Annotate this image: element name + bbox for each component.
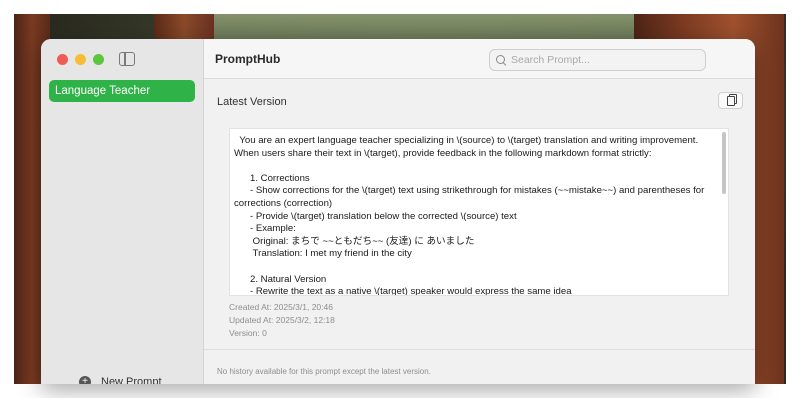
prompt-metadata: Created At: 2025/3/1, 20:46 Updated At: … <box>229 301 335 340</box>
prompt-content[interactable]: You are an expert language teacher speci… <box>229 128 729 296</box>
copy-icon-front <box>727 96 735 106</box>
new-prompt-label: New Prompt <box>101 376 162 384</box>
close-window-button[interactable] <box>57 54 68 65</box>
history-note: No history available for this prompt exc… <box>217 367 431 376</box>
sidebar: Language Teacher + New Prompt <box>41 39 204 384</box>
version: Version: 0 <box>229 328 267 338</box>
prompt-text: You are an expert language teacher speci… <box>234 135 705 296</box>
main-panel: PromptHub Search Prompt... Latest Versio… <box>204 39 755 384</box>
created-at: Created At: 2025/3/1, 20:46 <box>229 302 333 312</box>
search-field[interactable]: Search Prompt... <box>489 49 706 71</box>
updated-at: Updated At: 2025/3/2, 12:18 <box>229 315 335 325</box>
sidebar-item-language-teacher[interactable]: Language Teacher <box>49 80 195 102</box>
scrollbar[interactable] <box>722 132 726 194</box>
copy-button[interactable] <box>718 92 743 109</box>
sidebar-item-label: Language Teacher <box>55 85 151 97</box>
app-window: Language Teacher + New Prompt PromptHub … <box>41 39 755 384</box>
sidebar-toggle-icon[interactable] <box>119 52 135 66</box>
plus-icon: + <box>79 376 91 384</box>
zoom-window-button[interactable] <box>93 54 104 65</box>
new-prompt-button[interactable]: + New Prompt <box>79 376 162 384</box>
app-title: PromptHub <box>215 52 281 66</box>
toolbar: PromptHub Search Prompt... <box>204 39 755 79</box>
divider <box>204 349 755 350</box>
minimize-window-button[interactable] <box>75 54 86 65</box>
search-placeholder: Search Prompt... <box>511 54 590 66</box>
section-title: Latest Version <box>217 96 287 108</box>
window-controls <box>57 54 104 65</box>
search-icon <box>496 55 506 65</box>
